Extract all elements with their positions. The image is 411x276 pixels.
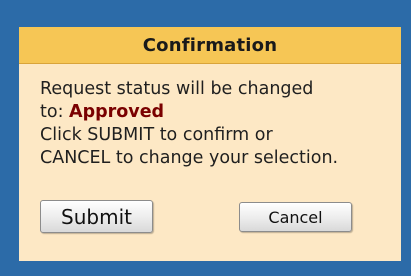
submit-button[interactable]: Submit	[40, 200, 153, 233]
message-prefix: to:	[40, 102, 70, 122]
message-line-3: Click SUBMIT to confirm or	[40, 125, 273, 145]
message-line-4: CANCEL to change your selection.	[40, 148, 339, 168]
dialog-body: Request status will be changed to: Appro…	[19, 64, 401, 261]
dialog-title: Confirmation	[142, 34, 278, 56]
message-line-2: to: Approved	[40, 101, 400, 124]
message-line-1: Request status will be changed	[40, 79, 314, 99]
dialog-header: Confirmation	[19, 27, 401, 64]
cancel-button[interactable]: Cancel	[239, 202, 352, 232]
status-value: Approved	[69, 102, 165, 122]
confirmation-dialog: Confirmation Request status will be chan…	[0, 0, 411, 276]
confirmation-message: Request status will be changed to: Appro…	[40, 78, 400, 170]
